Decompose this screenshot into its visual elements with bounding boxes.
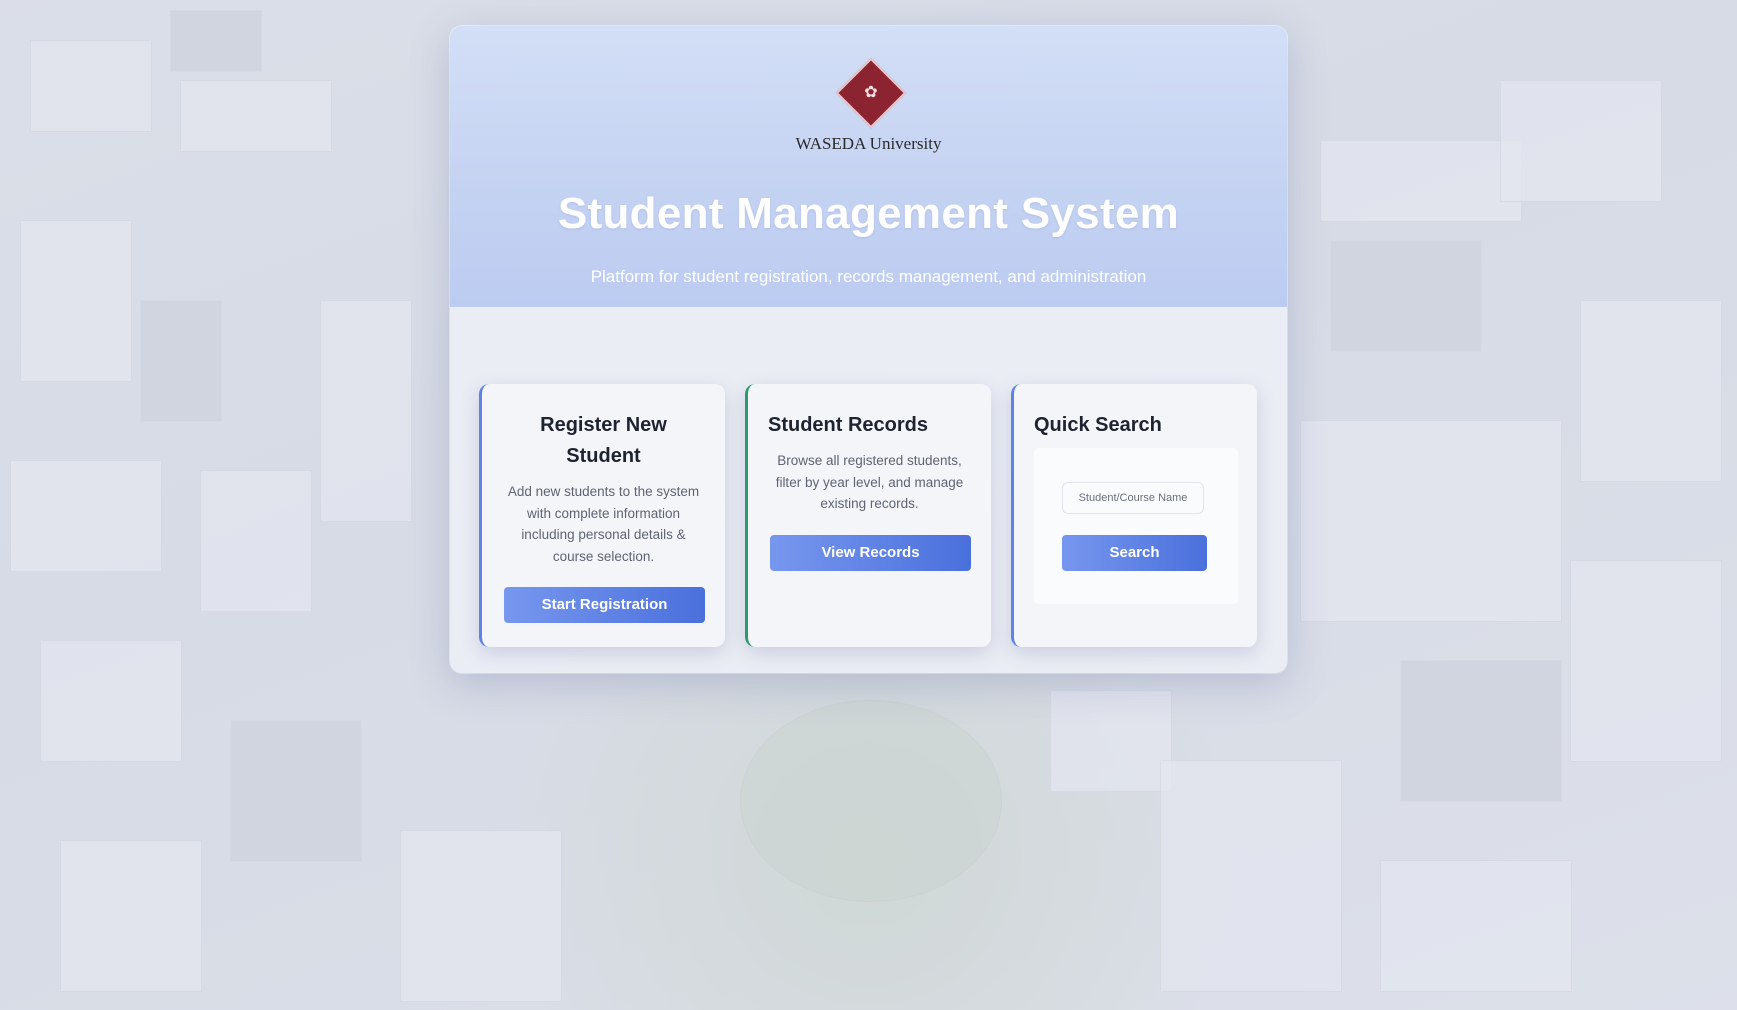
register-card-description: Add new students to the system with comp… [507,484,700,564]
quick-search-card: Quick Search Search [1011,384,1257,647]
hero-header: ✿ WASEDA University Student Management S… [450,26,1287,307]
main-card: ✿ WASEDA University Student Management S… [450,26,1287,673]
register-card-title: Register New Student [540,414,667,467]
logo-text: WASEDA University [795,134,942,153]
waseda-logo-icon: ✿ [835,57,906,129]
quick-search-title: Quick Search [1034,414,1162,436]
search-button[interactable]: Search [1062,535,1207,571]
records-card: Student Records Browse all registered st… [745,384,991,647]
page-title: Student Management System [557,189,1180,238]
page-subtitle: Platform for student registration, recor… [590,267,1147,286]
search-form [1034,448,1238,604]
register-card: Register New Student Add new students to… [479,384,725,647]
view-records-button[interactable]: View Records [770,535,971,571]
records-card-title: Student Records [768,414,929,436]
start-registration-button[interactable]: Start Registration [504,587,705,623]
search-input[interactable] [1062,482,1204,514]
records-card-description: Browse all registered students, filter b… [775,453,964,511]
